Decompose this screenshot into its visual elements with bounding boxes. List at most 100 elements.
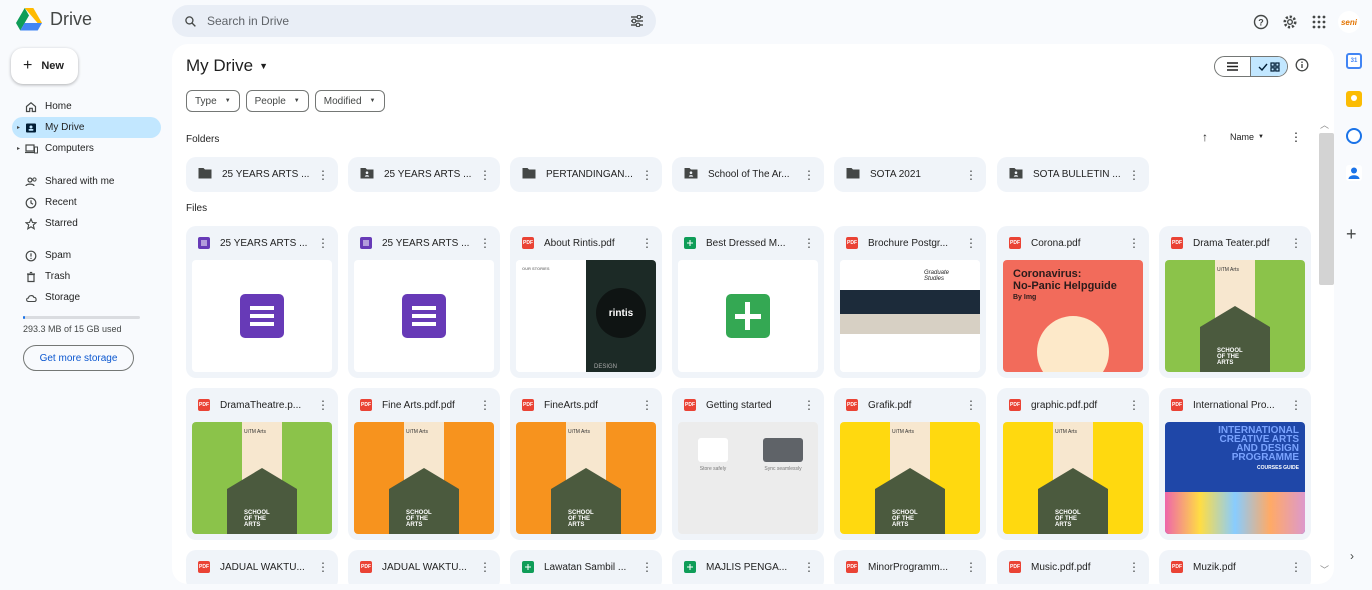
sidebar-item-home[interactable]: Home bbox=[12, 96, 161, 117]
more-options-icon[interactable]: ⋮ bbox=[316, 561, 330, 573]
info-icon[interactable] bbox=[1295, 58, 1309, 77]
file-card[interactable]: PDF Grafik.pdf ⋮ UiTM Arts SCHOOL OF THE ART… bbox=[834, 388, 986, 540]
sidebar-item-trash[interactable]: Trash bbox=[12, 266, 161, 287]
more-options-icon[interactable]: ⋮ bbox=[964, 237, 978, 249]
folder-item[interactable]: School of The Ar... ⋮ bbox=[672, 157, 824, 192]
expand-caret-icon[interactable]: ▸ bbox=[17, 124, 20, 131]
more-options-icon[interactable]: ⋮ bbox=[802, 399, 816, 411]
chevron-right-icon[interactable]: › bbox=[1350, 549, 1354, 563]
file-card[interactable]: Lawatan Sambil ... ⋮ bbox=[510, 550, 662, 584]
sidebar-item-shared[interactable]: Shared with me bbox=[12, 171, 161, 192]
apps-grid-icon[interactable] bbox=[1309, 13, 1328, 32]
more-options-icon[interactable]: ⋮ bbox=[640, 561, 654, 573]
file-card[interactable]: 25 YEARS ARTS ... ⋮ bbox=[186, 226, 338, 378]
more-options-icon[interactable]: ⋮ bbox=[964, 399, 978, 411]
file-card[interactable]: PDF JADUAL WAKTU... ⋮ bbox=[186, 550, 338, 584]
filter-modified[interactable]: Modified ▼ bbox=[314, 90, 385, 112]
sort-direction-arrow-icon[interactable]: ↑ bbox=[1202, 130, 1208, 144]
more-options-icon[interactable]: ⋮ bbox=[964, 561, 978, 573]
grid-view-button[interactable] bbox=[1250, 57, 1287, 76]
file-card[interactable]: Best Dressed M... ⋮ bbox=[672, 226, 824, 378]
scroll-up-arrow-icon[interactable]: ︿ bbox=[1320, 118, 1329, 131]
file-card[interactable]: 25 YEARS ARTS ... ⋮ bbox=[348, 226, 500, 378]
file-card[interactable]: PDF DramaTheatre.p... ⋮ UiTM Arts SCHOOL OF … bbox=[186, 388, 338, 540]
calendar-icon[interactable]: 31 bbox=[1346, 53, 1362, 69]
scroll-down-arrow-icon[interactable]: ﹀ bbox=[1320, 563, 1329, 576]
list-icon bbox=[1227, 62, 1238, 71]
file-card[interactable]: PDF graphic.pdf.pdf ⋮ UiTM Arts SCHOOL OF TH… bbox=[997, 388, 1149, 540]
search-bar[interactable] bbox=[172, 5, 656, 37]
folder-item[interactable]: 25 YEARS ARTS ... ⋮ bbox=[348, 157, 500, 192]
expand-caret-icon[interactable]: ▸ bbox=[17, 145, 20, 152]
help-icon[interactable]: ? bbox=[1251, 13, 1270, 32]
contacts-icon[interactable] bbox=[1346, 165, 1362, 181]
sidebar-item-my-drive[interactable]: ▸ My Drive bbox=[12, 117, 161, 138]
list-view-button[interactable] bbox=[1215, 57, 1250, 76]
more-options-icon[interactable]: ⋮ bbox=[478, 169, 492, 181]
tasks-icon[interactable] bbox=[1346, 128, 1362, 144]
folder-name: 25 YEARS ARTS ... bbox=[222, 169, 310, 180]
drive-logo[interactable]: Drive bbox=[16, 8, 92, 31]
file-card[interactable]: PDF MinorProgramm... ⋮ bbox=[834, 550, 986, 584]
search-icon[interactable] bbox=[184, 15, 197, 28]
more-options-icon[interactable]: ⋮ bbox=[1127, 399, 1141, 411]
more-options-icon[interactable]: ⋮ bbox=[316, 169, 330, 181]
file-card[interactable]: PDF Getting started ⋮ Store safely Sync seam… bbox=[672, 388, 824, 540]
more-options-icon[interactable]: ⋮ bbox=[478, 561, 492, 573]
file-card[interactable]: PDF About Rintis.pdf ⋮ OUR STORIES rintis DES… bbox=[510, 226, 662, 378]
more-options-icon[interactable]: ⋮ bbox=[1289, 561, 1303, 573]
more-options-icon[interactable]: ⋮ bbox=[964, 169, 978, 181]
file-card[interactable]: PDF Drama Teater.pdf ⋮ UiTM Arts SCHOOL OF T… bbox=[1159, 226, 1311, 378]
file-card[interactable]: PDF JADUAL WAKTU... ⋮ bbox=[348, 550, 500, 584]
get-addons-plus-icon[interactable]: + bbox=[1346, 224, 1357, 245]
page-title[interactable]: My Drive ▼ bbox=[186, 56, 268, 76]
sidebar-item-starred[interactable]: Starred bbox=[12, 213, 161, 234]
more-options-icon[interactable]: ⋮ bbox=[1127, 561, 1141, 573]
scrollbar-thumb[interactable] bbox=[1319, 133, 1334, 285]
get-more-storage-button[interactable]: Get more storage bbox=[23, 345, 134, 371]
new-button[interactable]: + New bbox=[11, 48, 78, 84]
more-options-icon[interactable]: ⋮ bbox=[1289, 399, 1303, 411]
file-card[interactable]: PDF Music.pdf.pdf ⋮ bbox=[997, 550, 1149, 584]
file-card[interactable]: PDF Muzik.pdf ⋮ bbox=[1159, 550, 1311, 584]
more-options-icon[interactable]: ⋮ bbox=[1290, 130, 1302, 144]
filter-people[interactable]: People ▼ bbox=[245, 90, 309, 112]
more-options-icon[interactable]: ⋮ bbox=[478, 399, 492, 411]
file-name: Music.pdf.pdf bbox=[1031, 561, 1091, 573]
folder-item[interactable]: SOTA BULLETIN ... ⋮ bbox=[997, 157, 1149, 192]
file-thumbnail: Graduate Studies bbox=[840, 260, 980, 372]
more-options-icon[interactable]: ⋮ bbox=[640, 169, 654, 181]
more-options-icon[interactable]: ⋮ bbox=[316, 237, 330, 249]
more-options-icon[interactable]: ⋮ bbox=[802, 169, 816, 181]
settings-gear-icon[interactable] bbox=[1280, 13, 1299, 32]
more-options-icon[interactable]: ⋮ bbox=[1289, 237, 1303, 249]
more-options-icon[interactable]: ⋮ bbox=[1127, 169, 1141, 181]
more-options-icon[interactable]: ⋮ bbox=[802, 237, 816, 249]
more-options-icon[interactable]: ⋮ bbox=[640, 237, 654, 249]
sidebar-item-computers[interactable]: ▸ Computers bbox=[12, 138, 161, 159]
more-options-icon[interactable]: ⋮ bbox=[802, 561, 816, 573]
more-options-icon[interactable]: ⋮ bbox=[1127, 237, 1141, 249]
account-avatar[interactable]: seni bbox=[1338, 11, 1360, 33]
file-card[interactable]: PDF Fine Arts.pdf.pdf ⋮ UiTM Arts SCHOOL OF … bbox=[348, 388, 500, 540]
file-card[interactable]: PDF International Pro... ⋮ INTERNATIONAL CR… bbox=[1159, 388, 1311, 540]
file-card[interactable]: PDF Brochure Postgr... ⋮ Graduate Studies bbox=[834, 226, 986, 378]
more-options-icon[interactable]: ⋮ bbox=[316, 399, 330, 411]
file-card[interactable]: MAJLIS PENGA... ⋮ bbox=[672, 550, 824, 584]
sidebar-item-recent[interactable]: Recent bbox=[12, 192, 161, 213]
search-input[interactable] bbox=[207, 14, 630, 28]
sidebar-item-spam[interactable]: Spam bbox=[12, 245, 161, 266]
keep-icon[interactable] bbox=[1346, 91, 1362, 107]
search-options-icon[interactable] bbox=[630, 15, 644, 27]
folder-item[interactable]: PERTANDINGAN... ⋮ bbox=[510, 157, 662, 192]
sort-by-button[interactable]: Name ▼ bbox=[1230, 132, 1264, 142]
folder-item[interactable]: 25 YEARS ARTS ... ⋮ bbox=[186, 157, 338, 192]
file-name: 25 YEARS ARTS ... bbox=[382, 237, 470, 249]
filter-type[interactable]: Type ▼ bbox=[186, 90, 240, 112]
more-options-icon[interactable]: ⋮ bbox=[478, 237, 492, 249]
more-options-icon[interactable]: ⋮ bbox=[640, 399, 654, 411]
sidebar-item-storage[interactable]: Storage bbox=[12, 287, 161, 308]
file-card[interactable]: PDF Corona.pdf ⋮ Coronavirus: No-Panic Help… bbox=[997, 226, 1149, 378]
file-card[interactable]: PDF FineArts.pdf ⋮ UiTM Arts SCHOOL OF THE A… bbox=[510, 388, 662, 540]
folder-item[interactable]: SOTA 2021 ⋮ bbox=[834, 157, 986, 192]
